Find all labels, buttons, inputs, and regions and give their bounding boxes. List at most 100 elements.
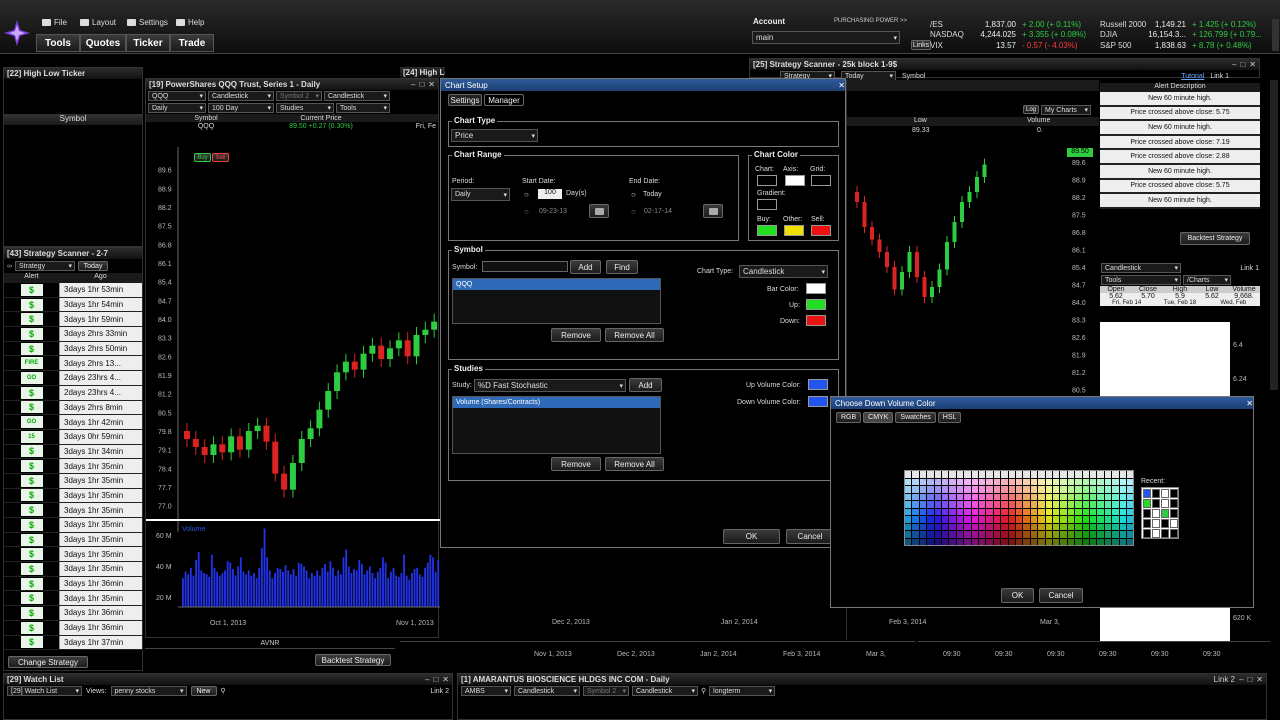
minimize-icon[interactable]: –	[1239, 675, 1243, 684]
color-swatch[interactable]	[1105, 471, 1111, 478]
alert-row[interactable]: $3days 1hr 36min	[4, 577, 142, 592]
add-study-button[interactable]: Add	[629, 378, 662, 392]
candle[interactable]	[308, 428, 314, 439]
color-swatch[interactable]	[979, 509, 985, 516]
color-swatch[interactable]	[1053, 501, 1059, 508]
color-swatch[interactable]	[986, 539, 992, 546]
color-swatch[interactable]	[920, 509, 926, 516]
color-swatch[interactable]	[972, 509, 978, 516]
color-swatch[interactable]	[1127, 486, 1133, 493]
alert-row[interactable]: $3days 1hr 53min	[4, 283, 142, 298]
color-swatch[interactable]	[964, 524, 970, 531]
color-swatch[interactable]	[1060, 539, 1066, 546]
color-swatch[interactable]	[1068, 501, 1074, 508]
color-swatch[interactable]	[1046, 531, 1052, 538]
color-swatch[interactable]	[949, 509, 955, 516]
alert-row[interactable]: $3days 1hr 35min	[4, 533, 142, 548]
recent-color-swatch[interactable]	[1161, 499, 1169, 508]
maximize-icon[interactable]: □	[433, 675, 438, 684]
color-swatch[interactable]	[1068, 486, 1074, 493]
color-swatch[interactable]	[1053, 531, 1059, 538]
tab-quotes[interactable]: Quotes	[80, 34, 126, 52]
color-swatch[interactable]	[927, 524, 933, 531]
recent-color-swatch[interactable]	[1152, 489, 1160, 498]
color-swatch[interactable]	[1090, 501, 1096, 508]
my-charts-select[interactable]: My Charts	[1041, 105, 1091, 115]
color-swatch[interactable]	[1046, 494, 1052, 501]
other-color-swatch[interactable]	[784, 225, 804, 236]
color-swatch[interactable]	[957, 501, 963, 508]
candle[interactable]	[975, 177, 979, 192]
color-swatch[interactable]	[1031, 494, 1037, 501]
color-swatch[interactable]	[927, 501, 933, 508]
color-swatch[interactable]	[1090, 509, 1096, 516]
up-volume-color-swatch[interactable]	[808, 379, 828, 390]
color-swatch[interactable]	[920, 516, 926, 523]
color-swatch[interactable]	[1112, 501, 1118, 508]
picker-cancel-button[interactable]: Cancel	[1039, 588, 1083, 603]
color-swatch[interactable]	[1105, 539, 1111, 546]
color-swatch[interactable]	[986, 494, 992, 501]
study-select[interactable]: longterm	[709, 686, 775, 696]
color-swatch[interactable]	[1090, 486, 1096, 493]
candle[interactable]	[228, 436, 234, 452]
color-swatch[interactable]	[1105, 486, 1111, 493]
color-swatch[interactable]	[1016, 471, 1022, 478]
alert-row[interactable]: $3days 1hr 35min	[4, 503, 142, 518]
color-swatch[interactable]	[1060, 479, 1066, 486]
color-swatch[interactable]	[1105, 509, 1111, 516]
color-swatch[interactable]	[1038, 509, 1044, 516]
color-swatch[interactable]	[935, 539, 941, 546]
alert-row[interactable]: $3days 2hrs 8min	[4, 401, 142, 416]
candle[interactable]	[281, 474, 287, 490]
color-swatch[interactable]	[1120, 494, 1126, 501]
candle[interactable]	[263, 426, 269, 442]
color-swatch[interactable]	[1120, 486, 1126, 493]
color-swatch[interactable]	[1023, 524, 1029, 531]
color-swatch[interactable]	[935, 501, 941, 508]
color-swatch[interactable]	[1038, 524, 1044, 531]
candle[interactable]	[387, 348, 393, 359]
color-swatch[interactable]	[1097, 501, 1103, 508]
up-color-swatch[interactable]	[806, 299, 826, 310]
color-swatch[interactable]	[927, 471, 933, 478]
color-swatch[interactable]	[1009, 471, 1015, 478]
color-swatch[interactable]	[972, 524, 978, 531]
recent-color-swatch[interactable]	[1152, 519, 1160, 528]
symbol-list[interactable]: QQQ	[452, 278, 661, 324]
color-swatch[interactable]	[1068, 471, 1074, 478]
color-swatch[interactable]	[935, 524, 941, 531]
color-swatch[interactable]	[1016, 509, 1022, 516]
color-swatch[interactable]	[1031, 531, 1037, 538]
alert-description-row[interactable]: Price crossed above close: 7.19	[1100, 136, 1260, 151]
color-swatch[interactable]	[1031, 509, 1037, 516]
color-swatch[interactable]	[935, 479, 941, 486]
candle[interactable]	[396, 340, 402, 348]
color-swatch[interactable]	[994, 486, 1000, 493]
color-swatch[interactable]	[972, 479, 978, 486]
close-icon[interactable]: ✕	[838, 81, 845, 90]
color-swatch[interactable]	[1097, 539, 1103, 546]
recent-color-swatch[interactable]	[1143, 519, 1151, 528]
color-swatch[interactable]	[1009, 479, 1015, 486]
color-swatch[interactable]	[1023, 501, 1029, 508]
color-swatch[interactable]	[964, 501, 970, 508]
color-swatch[interactable]	[912, 524, 918, 531]
recent-color-swatch[interactable]	[1161, 519, 1169, 528]
color-swatch[interactable]	[1031, 471, 1037, 478]
color-swatch[interactable]	[986, 486, 992, 493]
color-swatch[interactable]	[1083, 479, 1089, 486]
buy-color-swatch[interactable]	[757, 225, 777, 236]
color-swatch[interactable]	[1112, 494, 1118, 501]
candle[interactable]	[863, 202, 867, 227]
candle[interactable]	[422, 330, 428, 335]
color-swatch[interactable]	[1105, 531, 1111, 538]
sell-color-swatch[interactable]	[811, 225, 831, 236]
color-swatch[interactable]	[1097, 471, 1103, 478]
color-swatch[interactable]	[1016, 539, 1022, 546]
study-list[interactable]: Volume (Shares/Contracts)	[452, 396, 661, 454]
color-swatch[interactable]	[979, 501, 985, 508]
color-swatch[interactable]	[1038, 479, 1044, 486]
color-swatch[interactable]	[1075, 531, 1081, 538]
alert-description-row[interactable]: New 60 minute high.	[1100, 92, 1260, 107]
